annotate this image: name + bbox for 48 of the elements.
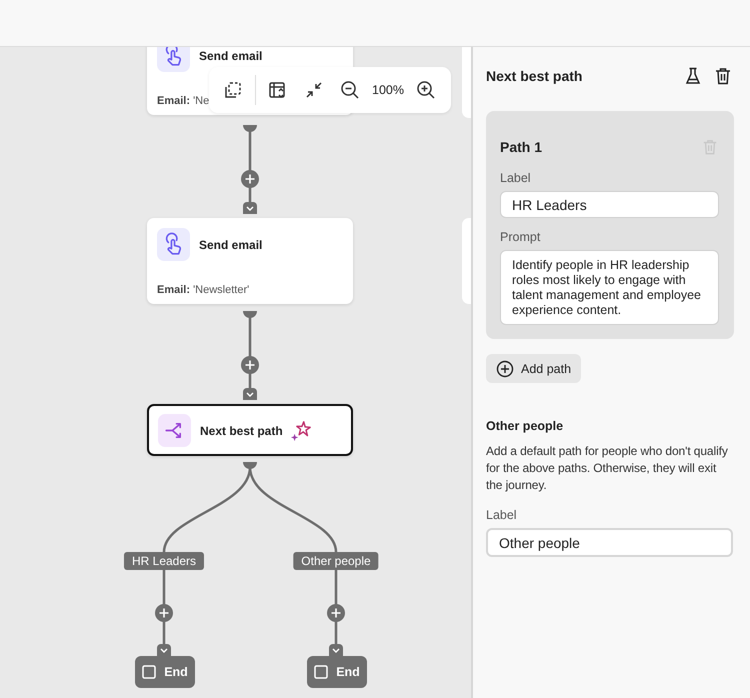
port-cap (243, 125, 257, 132)
node-title: Next best path (200, 424, 283, 438)
field-label: Label (486, 508, 518, 522)
add-step-button[interactable] (327, 604, 345, 622)
branch-label: HR Leaders (124, 552, 204, 570)
end-label: End (164, 665, 188, 679)
touch-icon (157, 228, 190, 261)
panel-title: Next best path (486, 68, 584, 84)
prompt-field[interactable]: Identify people in HR leadership roles most likely to engage with talent management and employee experience content. (500, 250, 719, 325)
node-detail: Email: 'Newsletter' (157, 284, 250, 296)
field-label: Label (500, 171, 532, 185)
select-icon (224, 81, 242, 99)
chevron-down-icon (329, 644, 343, 656)
field-label: Prompt (500, 230, 542, 244)
node-title: Send email (199, 48, 262, 62)
node-card[interactable]: Next best path (147, 404, 353, 456)
square-icon (314, 665, 328, 679)
add-path-button[interactable]: Add path (486, 354, 582, 383)
label-field[interactable]: Other people (486, 528, 733, 557)
zoom-level: 100% (371, 83, 405, 97)
zoom-out-icon (340, 80, 360, 100)
port-cap (243, 311, 257, 318)
branch-label: Other people (293, 552, 379, 570)
zoom-in-icon (416, 80, 436, 100)
section-heading: Other people (486, 419, 564, 433)
collapse-icon (305, 81, 323, 99)
chevron-down-icon (157, 644, 171, 656)
plus-circle-icon (496, 360, 514, 378)
section-description: Add a default path for people who don't qualify for the above paths. Otherwise, they will exit the journey. (486, 443, 729, 494)
label-field[interactable]: HR Leaders (500, 191, 719, 218)
end-node[interactable]: End (135, 656, 195, 688)
node-detail: Email: 'Ne (157, 95, 210, 107)
end-node[interactable]: End (307, 656, 367, 688)
path-title: Path 1 (500, 139, 542, 155)
node-card[interactable]: Send email Email: 'Newsletter' (147, 218, 353, 304)
branch-icon (158, 414, 191, 447)
node-title: Send email (199, 238, 262, 252)
port-cap (243, 462, 257, 469)
end-label: End (336, 665, 360, 679)
chevron-down-icon (243, 388, 257, 400)
add-step-button[interactable] (241, 356, 259, 374)
sparkle-icon (290, 420, 312, 442)
add-step-button[interactable] (241, 170, 259, 188)
layout-icon (268, 80, 288, 100)
touch-icon (157, 47, 190, 72)
add-step-button[interactable] (155, 604, 173, 622)
square-icon (142, 665, 156, 679)
chevron-down-icon (243, 202, 257, 214)
